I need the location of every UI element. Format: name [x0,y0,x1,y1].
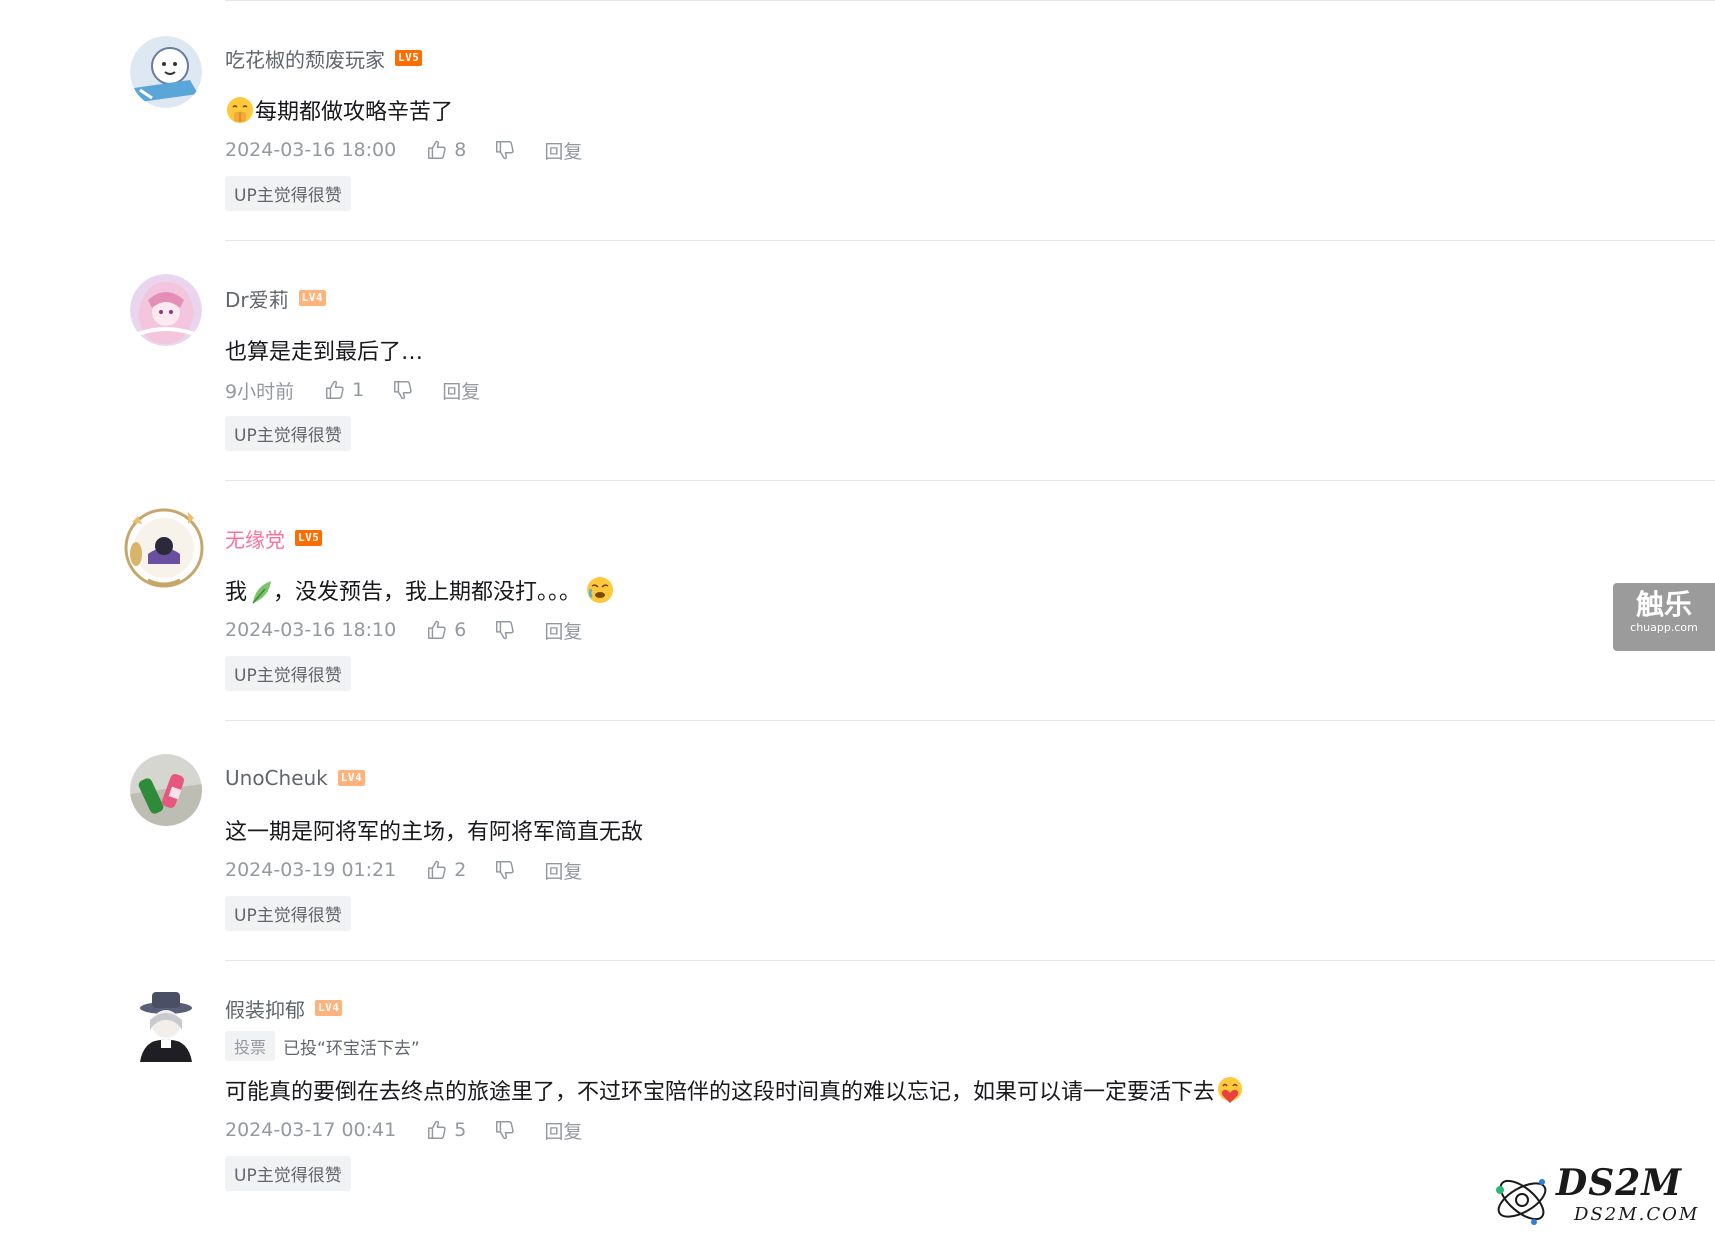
watermark-title: 触乐 [1635,588,1692,621]
avatar[interactable] [130,990,202,1062]
comment-text: 也算是走到最后了… [225,340,424,365]
thumbs-down-icon [394,381,412,400]
thumbs-down-icon [496,621,514,640]
comment-text: 这一期是阿将军的主场，有阿将军简直无敌 [225,820,644,845]
like-button[interactable]: 6 [426,619,466,641]
ds2m-url: DS2M.COM [1574,1204,1700,1225]
up-liked-tag: UP主觉得很赞 [225,656,351,691]
up-liked-tag: UP主觉得很赞 [225,416,351,451]
level-badge: LV4 [337,770,366,786]
ds2m-logo-icon [1496,1179,1547,1225]
thumbs-up-icon [326,380,344,399]
reply-button[interactable]: 回复 [442,377,480,404]
avatar[interactable] [130,36,202,108]
dislike-button[interactable] [494,619,516,641]
vote-tag: 投票 [225,1031,276,1061]
dislike-button[interactable] [494,139,516,161]
thumbs-up-icon [428,620,446,639]
reply-button[interactable]: 回复 [544,1117,582,1144]
ds2m-watermark: DS2M DS2M.COM [1490,1160,1700,1234]
comment-time: 9小时前 [225,380,295,403]
up-liked-tag: UP主觉得很赞 [225,896,351,931]
leaf-emoji-icon [247,577,273,604]
avatar[interactable] [130,274,202,346]
dislike-button[interactable] [392,379,414,401]
level-badge: LV5 [395,50,423,66]
thumbs-down-icon [496,861,514,880]
divider [225,720,1715,721]
thumbs-down-icon [496,141,514,160]
comment-time: 2024-03-16 18:00 [225,139,397,161]
top-divider [225,0,1715,1]
watermark-url: chuapp.com [1630,621,1698,634]
avatar[interactable] [130,754,202,826]
username[interactable]: 吃花椒的颓废玩家 [225,44,385,73]
like-button[interactable]: 2 [426,859,466,881]
thumbs-up-icon [428,1120,446,1139]
divider [225,960,1715,961]
thumbs-up-icon [428,140,446,159]
like-count: 6 [454,619,467,641]
like-count: 8 [454,139,467,161]
comment-time: 2024-03-16 18:10 [225,619,397,641]
comment-text: 每期都做攻略辛苦了 [255,100,454,125]
emoji-icon [225,95,255,125]
username[interactable]: 无缘党 [225,524,285,553]
level-badge: LV5 [295,530,323,546]
ds2m-title: DS2M [1556,1162,1683,1204]
thumbs-down-icon [496,1121,514,1140]
like-button[interactable]: 8 [426,139,466,161]
avatar[interactable] [118,502,210,594]
thumbs-up-icon [428,860,446,879]
level-badge: LV4 [315,1000,343,1016]
heart-kiss-emoji-icon [1215,1075,1245,1105]
divider [225,240,1715,241]
vote-text: 已投“环宝活下去” [283,1038,420,1059]
comment-text: ，没发预告，我上期都没打。。。 [273,580,582,605]
comment-time: 2024-03-19 01:21 [225,859,397,881]
reply-button[interactable]: 回复 [544,137,582,164]
dislike-button[interactable] [494,859,516,881]
reply-button[interactable]: 回复 [544,857,582,884]
comment-time: 2024-03-17 00:41 [225,1119,397,1141]
chuapp-watermark: 触乐 chuapp.com [1613,583,1715,651]
username[interactable]: 假装抑郁 [225,994,305,1023]
up-liked-tag: UP主觉得很赞 [225,176,351,211]
username[interactable]: UnoCheuk [225,766,328,790]
crying-emoji-icon [585,575,615,605]
reply-button[interactable]: 回复 [544,617,582,644]
dislike-button[interactable] [494,1119,516,1141]
comment-text-prefix: 我 [225,580,248,605]
up-liked-tag: UP主觉得很赞 [225,1156,351,1191]
username[interactable]: Dr爱莉 [225,284,289,313]
comment-text: 可能真的要倒在去终点的旅途里了，不过环宝陪伴的这段时间真的难以忘记，如果可以请一… [225,1080,1216,1105]
like-count: 5 [454,1119,467,1141]
level-badge: LV4 [298,290,326,306]
like-button[interactable]: 1 [324,379,364,401]
like-count: 2 [454,859,467,881]
divider [225,480,1715,481]
like-count: 1 [352,379,365,401]
like-button[interactable]: 5 [426,1119,466,1141]
